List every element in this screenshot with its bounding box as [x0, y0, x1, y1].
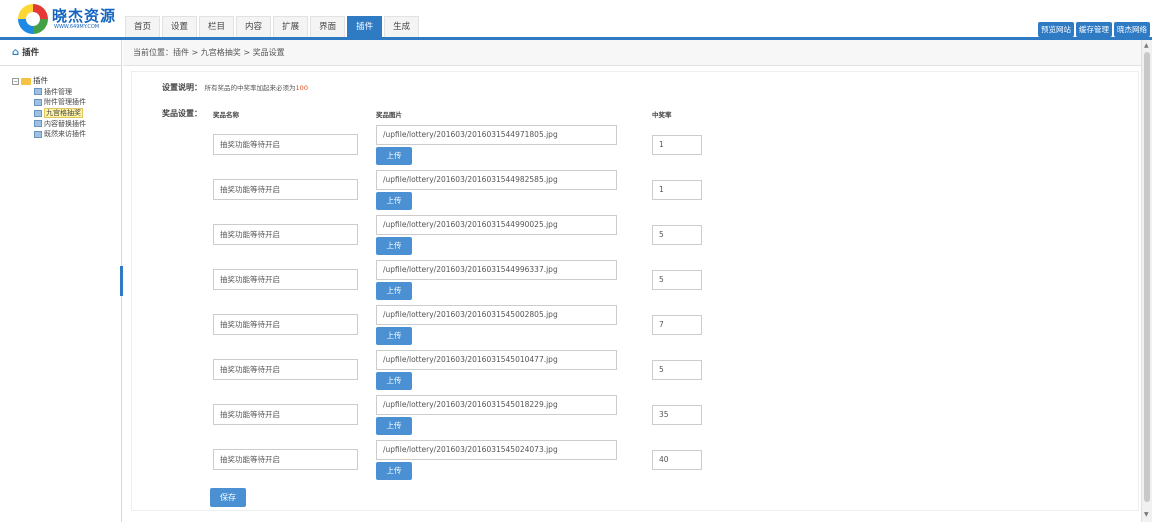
- sidebar-item-label: 内容替换插件: [44, 119, 86, 128]
- prize-name-input[interactable]: 抽奖功能等待开启: [213, 404, 358, 425]
- prize-name-input[interactable]: 抽奖功能等待开启: [213, 134, 358, 155]
- prize-row: 抽奖功能等待开启/upfile/lottery/201603/201603154…: [132, 125, 1132, 170]
- nav-tab[interactable]: 设置: [162, 16, 198, 37]
- folder-icon: [21, 77, 31, 85]
- nav-tab[interactable]: 界面: [310, 16, 346, 37]
- upload-button[interactable]: 上传: [376, 462, 412, 480]
- prize-row: 抽奖功能等待开启/upfile/lottery/201603/201603154…: [132, 260, 1132, 305]
- prize-name-input[interactable]: 抽奖功能等待开启: [213, 179, 358, 200]
- header-action-button[interactable]: 缓存管理: [1076, 22, 1112, 37]
- description-body: 所有奖品的中奖率加起来必须为: [204, 84, 296, 92]
- prize-row: 抽奖功能等待开启/upfile/lottery/201603/201603154…: [132, 440, 1132, 485]
- prize-row: 抽奖功能等待开启/upfile/lottery/201603/201603154…: [132, 350, 1132, 395]
- sidebar-item-label: 插件管理: [44, 87, 72, 96]
- page-icon: [34, 120, 42, 128]
- prize-name-input[interactable]: 抽奖功能等待开启: [213, 224, 358, 245]
- sidebar-header: ⌂ 插件: [0, 40, 121, 66]
- prize-row: 抽奖功能等待开启/upfile/lottery/201603/201603154…: [132, 305, 1132, 350]
- prize-image-path-input[interactable]: /upfile/lottery/201603/2016031544971805.…: [376, 125, 617, 145]
- prize-name-input[interactable]: 抽奖功能等待开启: [213, 314, 358, 335]
- upload-button[interactable]: 上传: [376, 372, 412, 390]
- upload-button[interactable]: 上传: [376, 147, 412, 165]
- prize-image-path-input[interactable]: /upfile/lottery/201603/2016031545010477.…: [376, 350, 617, 370]
- plugin-tree: − 插件 插件管理附件管理插件 九宫格抽奖 内容替换插件 既然来访插件: [0, 66, 121, 139]
- nav-tab[interactable]: 栏目: [199, 16, 235, 37]
- sidebar-title: 插件: [22, 48, 40, 58]
- sidebar: ⌂ 插件 − 插件 插件管理 附件管理插件 九宫格抽奖 内容替换插件 既然来访插件: [0, 40, 123, 522]
- upload-button[interactable]: 上传: [376, 327, 412, 345]
- logo-icon: [18, 4, 48, 34]
- home-icon: ⌂: [12, 47, 20, 58]
- nav-tab[interactable]: 插件: [347, 16, 383, 37]
- win-rate-input[interactable]: 5: [652, 360, 702, 380]
- prize-settings-form: 设置说明： 所有奖品的中奖率加起来必须为100 奖品设置： 奖品名称 奖品图片 …: [131, 71, 1139, 511]
- sidebar-item[interactable]: 九宫格抽奖: [12, 108, 121, 119]
- tree-root[interactable]: − 插件: [12, 76, 121, 86]
- save-button[interactable]: 保存: [210, 488, 246, 507]
- win-rate-input[interactable]: 35: [652, 405, 702, 425]
- column-header-name: 奖品名称: [213, 111, 239, 119]
- prize-row: 抽奖功能等待开启/upfile/lottery/201603/201603154…: [132, 170, 1132, 215]
- prize-row: 抽奖功能等待开启/upfile/lottery/201603/201603154…: [132, 215, 1132, 260]
- logo[interactable]: 晓杰资源 WWW.649MY.COM: [18, 3, 128, 35]
- main-panel: 当前位置：插件 > 九宫格抽奖 > 奖品设置 设置说明： 所有奖品的中奖率加起来…: [123, 40, 1141, 522]
- header-actions: 预览网站 缓存管理 晓杰网络: [1036, 22, 1150, 37]
- description-text: 所有奖品的中奖率加起来必须为100: [205, 84, 308, 92]
- win-rate-input[interactable]: 1: [652, 180, 702, 200]
- page-icon: [34, 109, 42, 117]
- scroll-thumb[interactable]: [1144, 52, 1150, 502]
- upload-button[interactable]: 上传: [376, 282, 412, 300]
- prize-name-input[interactable]: 抽奖功能等待开启: [213, 449, 358, 470]
- sidebar-item[interactable]: 插件管理: [12, 87, 121, 97]
- header: 晓杰资源 WWW.649MY.COM 首页 设置 栏目 内容 扩展 界面 插件 生成 预览网站…: [0, 0, 1152, 40]
- win-rate-input[interactable]: 5: [652, 270, 702, 290]
- sidebar-item[interactable]: 既然来访插件: [12, 129, 121, 139]
- scroll-down-icon[interactable]: ▼: [1144, 511, 1149, 518]
- page-scrollbar[interactable]: ▲ ▼: [1141, 40, 1152, 522]
- sidebar-item-label: 附件管理插件: [44, 98, 86, 107]
- prize-image-path-input[interactable]: /upfile/lottery/201603/2016031545002805.…: [376, 305, 617, 325]
- prize-image-path-input[interactable]: /upfile/lottery/201603/2016031544996337.…: [376, 260, 617, 280]
- nav-tab[interactable]: 扩展: [273, 16, 309, 37]
- tree-root-label: 插件: [33, 76, 48, 85]
- win-rate-input[interactable]: 40: [652, 450, 702, 470]
- upload-button[interactable]: 上传: [376, 192, 412, 210]
- upload-button[interactable]: 上传: [376, 417, 412, 435]
- header-action-button[interactable]: 预览网站: [1038, 22, 1074, 37]
- logo-subtitle: WWW.649MY.COM: [54, 24, 100, 30]
- nav-tab[interactable]: 内容: [236, 16, 272, 37]
- prize-name-input[interactable]: 抽奖功能等待开启: [213, 359, 358, 380]
- win-rate-input[interactable]: 7: [652, 315, 702, 335]
- collapse-icon[interactable]: −: [12, 77, 19, 85]
- top-nav: 首页 设置 栏目 内容 扩展 界面 插件 生成: [125, 16, 421, 37]
- sidebar-item-label: 既然来访插件: [44, 130, 86, 139]
- prize-image-path-input[interactable]: /upfile/lottery/201603/2016031545018229.…: [376, 395, 617, 415]
- page-icon: [34, 98, 42, 106]
- page-icon: [34, 130, 42, 138]
- sidebar-item-label: 九宫格抽奖: [44, 108, 83, 119]
- prize-image-path-input[interactable]: /upfile/lottery/201603/2016031545024073.…: [376, 440, 617, 460]
- prize-row: 抽奖功能等待开启/upfile/lottery/201603/201603154…: [132, 395, 1132, 440]
- prize-image-path-input[interactable]: /upfile/lottery/201603/2016031544990025.…: [376, 215, 617, 235]
- prize-image-path-input[interactable]: /upfile/lottery/201603/2016031544982585.…: [376, 170, 617, 190]
- header-action-button[interactable]: 晓杰网络: [1114, 22, 1150, 37]
- upload-button[interactable]: 上传: [376, 237, 412, 255]
- description-label: 设置说明：: [162, 83, 202, 92]
- nav-tab[interactable]: 生成: [384, 16, 420, 37]
- page-icon: [34, 88, 42, 96]
- breadcrumb: 当前位置：插件 > 九宫格抽奖 > 奖品设置: [123, 40, 1141, 66]
- prize-name-input[interactable]: 抽奖功能等待开启: [213, 269, 358, 290]
- logo-text: 晓杰资源: [52, 7, 117, 25]
- nav-tab[interactable]: 首页: [125, 16, 161, 37]
- settings-description: 设置说明： 所有奖品的中奖率加起来必须为100: [162, 82, 308, 93]
- sidebar-item[interactable]: 内容替换插件: [12, 119, 121, 129]
- win-rate-input[interactable]: 5: [652, 225, 702, 245]
- scroll-up-icon[interactable]: ▲: [1144, 42, 1149, 49]
- column-header-image: 奖品图片: [376, 111, 402, 119]
- description-total: 100: [295, 84, 308, 92]
- prize-settings-label: 奖品设置：: [162, 109, 202, 118]
- win-rate-input[interactable]: 1: [652, 135, 702, 155]
- sidebar-item[interactable]: 附件管理插件: [12, 97, 121, 107]
- column-header-rate: 中奖率: [652, 111, 672, 119]
